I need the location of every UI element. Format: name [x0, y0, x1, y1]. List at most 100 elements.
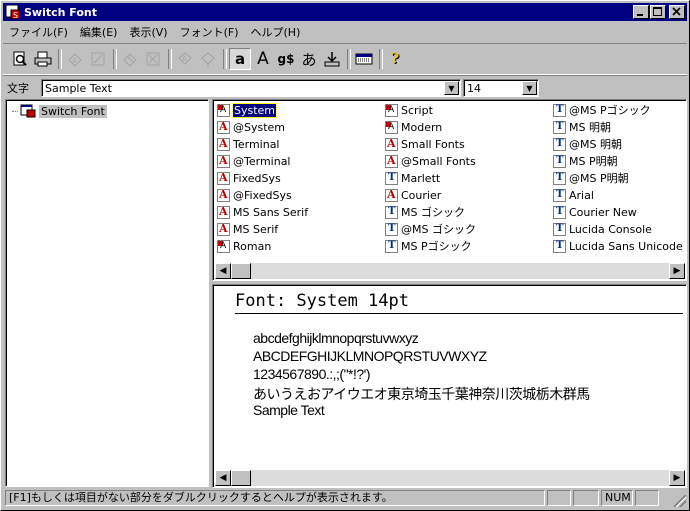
- font-list-item[interactable]: MS 明朝: [553, 119, 611, 135]
- font-list-item[interactable]: Courier New: [553, 204, 637, 220]
- font-name: MS 明朝: [569, 121, 611, 134]
- font-list-item[interactable]: @FixedSys: [217, 187, 292, 203]
- font-list-item[interactable]: @System: [217, 119, 285, 135]
- truetype-font-icon: [553, 205, 566, 219]
- scroll-thumb[interactable]: [231, 263, 251, 279]
- font-list-pane[interactable]: System @System Terminal @Terminal FixedSys @F…: [212, 99, 687, 281]
- keyboard-icon[interactable]: [353, 48, 375, 70]
- hiragana-button[interactable]: あ: [298, 48, 320, 70]
- print-icon[interactable]: [32, 48, 54, 70]
- toolbar-separator: [113, 49, 117, 69]
- font-list-item[interactable]: MS Sans Serif: [217, 204, 308, 220]
- preview-sample-text: Sample Text: [253, 402, 325, 418]
- font-list-item[interactable]: Courier: [385, 187, 441, 203]
- large-a-button[interactable]: A: [252, 48, 274, 70]
- preview-japanese: あいうえおアイウエオ東京埼玉千葉神奈川茨城栃木群馬: [253, 386, 590, 402]
- font-list-item[interactable]: System: [217, 102, 278, 118]
- preview-scrollbar[interactable]: ◀ ▶: [215, 470, 685, 486]
- font-name: Courier New: [569, 205, 637, 219]
- preview-icon[interactable]: [9, 48, 31, 70]
- font-list-item[interactable]: @MS Pゴシック: [553, 102, 651, 118]
- font-list-item[interactable]: FixedSys: [217, 170, 281, 186]
- title-bar[interactable]: S Switch Font: [3, 3, 687, 21]
- font-size-combo[interactable]: 14 ▼: [463, 79, 539, 97]
- font-name: MS P明朝: [569, 155, 618, 168]
- status-panel: [547, 490, 571, 506]
- menu-font[interactable]: フォント(F): [174, 24, 245, 40]
- font-list-item[interactable]: MS Serif: [217, 221, 278, 237]
- font-list-item[interactable]: Marlett: [385, 170, 440, 186]
- truetype-font-icon: [553, 103, 566, 117]
- minimize-button[interactable]: [633, 5, 649, 19]
- close-button[interactable]: [669, 5, 685, 19]
- paste-icon[interactable]: [197, 48, 219, 70]
- scroll-left-icon[interactable]: ◀: [215, 470, 231, 486]
- scroll-right-icon[interactable]: ▶: [669, 263, 685, 279]
- raster-font-icon: [217, 205, 230, 219]
- delete-icon[interactable]: [142, 48, 164, 70]
- sample-text-combo[interactable]: Sample Text ▼: [41, 79, 461, 97]
- toolbar-separator: [347, 49, 351, 69]
- scroll-thumb[interactable]: [231, 470, 251, 486]
- scroll-right-icon[interactable]: ▶: [669, 470, 685, 486]
- status-num: NUM: [601, 490, 633, 506]
- app-icon: S: [5, 4, 21, 20]
- font-list-item[interactable]: Roman: [217, 238, 271, 254]
- maximize-button[interactable]: [650, 5, 666, 19]
- font-list-item[interactable]: Lucida Sans Unicode: [553, 238, 683, 254]
- font-name: Courier: [401, 188, 442, 202]
- raster-font-icon: [217, 188, 230, 202]
- font-list-item[interactable]: MS ゴシック: [385, 204, 465, 220]
- menu-edit[interactable]: 編集(E): [74, 24, 124, 40]
- download-icon[interactable]: [321, 48, 343, 70]
- chevron-down-icon[interactable]: ▼: [444, 81, 459, 95]
- font-list-item[interactable]: @Terminal: [217, 153, 291, 169]
- uninstall-icon[interactable]: [87, 48, 109, 70]
- menu-help[interactable]: ヘルプ(H): [245, 24, 307, 40]
- font-list-item[interactable]: @MS ゴシック: [385, 221, 476, 237]
- scroll-left-icon[interactable]: ◀: [215, 263, 231, 279]
- preview-rule: [235, 313, 683, 314]
- copy-icon[interactable]: A: [174, 48, 196, 70]
- resize-grip-icon[interactable]: [674, 495, 686, 507]
- font-list-item[interactable]: Modern: [385, 119, 442, 135]
- preview-heading: Font: System 14pt: [235, 291, 409, 311]
- raster-font-icon: [217, 154, 230, 168]
- font-list-scrollbar[interactable]: ◀ ▶: [215, 263, 685, 279]
- font-list-item[interactable]: Terminal: [217, 136, 280, 152]
- toolbar-separator: [168, 49, 172, 69]
- svg-text:A: A: [72, 57, 77, 65]
- preview-uppercase: ABCDEFGHIJKLMNOPQRSTUVWXYZ: [253, 348, 487, 364]
- font-list-item[interactable]: @MS 明朝: [553, 136, 622, 152]
- font-list-item[interactable]: Lucida Console: [553, 221, 652, 237]
- preview-pane: Font: System 14pt abcdefghijklmnopqrstuv…: [212, 284, 687, 488]
- font-name: Small Fonts: [401, 137, 465, 151]
- menu-view[interactable]: 表示(V): [123, 24, 173, 40]
- symbol-button[interactable]: g$: [275, 48, 297, 70]
- preview-digits: 1234567890.:,;("*!?'): [253, 366, 371, 382]
- app-icon: [20, 104, 36, 118]
- small-a-button[interactable]: a: [229, 48, 251, 70]
- font-list-item[interactable]: @MS P明朝: [553, 170, 629, 186]
- font-list-item[interactable]: MS Pゴシック: [385, 238, 472, 254]
- font-list-item[interactable]: MS P明朝: [553, 153, 618, 169]
- install-icon[interactable]: A: [64, 48, 86, 70]
- truetype-font-icon: [385, 205, 398, 219]
- raster-font-icon: [217, 120, 230, 134]
- font-list-item[interactable]: Script: [385, 102, 433, 118]
- menu-bar: ファイル(F) 編集(E) 表示(V) フォント(F) ヘルプ(H): [3, 22, 687, 41]
- font-list-item[interactable]: Arial: [553, 187, 594, 203]
- tree-pane[interactable]: Switch Font: [5, 99, 209, 487]
- tree-root-item[interactable]: Switch Font: [12, 104, 107, 118]
- font-list-item[interactable]: Small Fonts: [385, 136, 465, 152]
- chevron-down-icon[interactable]: ▼: [522, 81, 537, 95]
- help-icon[interactable]: ??: [385, 48, 407, 70]
- font-name: @MS ゴシック: [401, 223, 476, 236]
- font-list-item[interactable]: @Small Fonts: [385, 153, 476, 169]
- truetype-font-icon: [553, 171, 566, 185]
- move-icon[interactable]: [119, 48, 141, 70]
- toolbar-separator: [58, 49, 62, 69]
- menu-file[interactable]: ファイル(F): [3, 24, 74, 40]
- svg-text:S: S: [13, 11, 18, 19]
- truetype-font-icon: [385, 222, 398, 236]
